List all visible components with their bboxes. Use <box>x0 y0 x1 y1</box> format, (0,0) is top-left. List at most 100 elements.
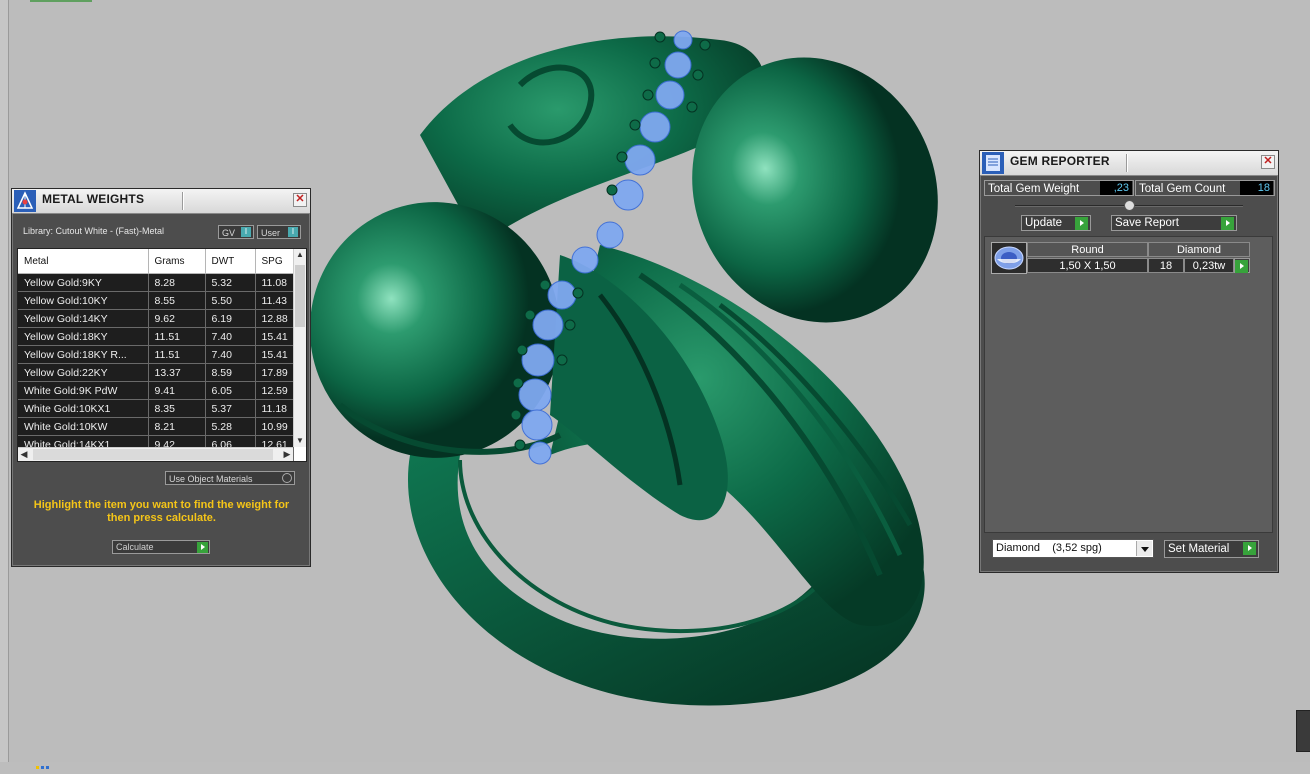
grams-value: 9.62 <box>148 309 206 328</box>
gem-reporter-title: GEM REPORTER <box>1010 154 1110 168</box>
close-icon[interactable]: ✕ <box>1261 155 1275 169</box>
total-gem-count-value: 18 <box>1240 181 1273 195</box>
metal-weights-title: METAL WEIGHTS <box>42 192 145 206</box>
title-separator <box>182 192 184 210</box>
play-arrow-icon <box>1075 217 1088 230</box>
spg-value: 11.43 <box>255 291 294 310</box>
material-select-value: Diamond (3,52 spg) <box>996 542 1102 554</box>
grams-value: 11.51 <box>148 327 206 346</box>
save-report-button[interactable]: Save Report <box>1111 215 1237 231</box>
horizontal-scrollbar[interactable]: ◀ ▶ <box>18 447 293 461</box>
spg-value: 11.18 <box>255 399 294 418</box>
gem-row-action-button[interactable] <box>1234 258 1250 273</box>
col-metal[interactable]: Metal <box>18 249 149 274</box>
metal-name: Yellow Gold:9KY <box>18 273 149 292</box>
grams-value: 8.55 <box>148 291 206 310</box>
total-gem-count-field: Total Gem Count 18 <box>1135 180 1275 196</box>
hscroll-thumb[interactable] <box>33 449 273 460</box>
material-select[interactable]: Diamond (3,52 spg) <box>992 539 1154 558</box>
gem-list[interactable]: Round Diamond 1,50 X 1,50 18 0,23tw <box>984 236 1273 533</box>
gem-reporter-titlebar[interactable]: GEM REPORTER ✕ <box>980 151 1278 176</box>
gem-report-icon <box>982 152 1004 174</box>
metal-weights-panel: METAL WEIGHTS ✕ Library: Cutout White - … <box>11 188 311 567</box>
spg-value: 17.89 <box>255 363 294 382</box>
scroll-thumb[interactable] <box>295 265 305 327</box>
vertical-scrollbar[interactable]: ▲ ▼ <box>293 249 306 447</box>
grams-value: 11.51 <box>148 345 206 364</box>
metal-name: White Gold:10KX1 <box>18 399 149 418</box>
metal-name: Yellow Gold:10KY <box>18 291 149 310</box>
metal-table[interactable]: Metal Grams DWT SPG Yellow Gold:9KY 8.28 5… <box>17 248 307 462</box>
dwt-value: 7.40 <box>205 345 256 364</box>
table-row[interactable]: Yellow Gold:18KY 11.51 7.40 15.41 <box>18 327 294 346</box>
metal-name: Yellow Gold:22KY <box>18 363 149 382</box>
table-row[interactable]: Yellow Gold:22KY 13.37 8.59 17.89 <box>18 363 294 382</box>
viewport-status-dots <box>36 756 56 769</box>
play-arrow-icon <box>1243 542 1256 555</box>
spg-value: 11.08 <box>255 273 294 292</box>
user-label: User <box>261 228 281 238</box>
gem-size-value[interactable]: 1,50 X 1,50 <box>1027 258 1148 273</box>
viewport-left-edge <box>0 0 9 762</box>
set-material-button[interactable]: Set Material <box>1164 540 1259 558</box>
calculate-label: Calculate <box>116 542 154 552</box>
user-toggle-indicator: I <box>288 227 298 237</box>
play-arrow-icon <box>1221 217 1234 230</box>
total-gem-weight-field: Total Gem Weight ,23 <box>984 180 1134 196</box>
spg-value: 15.41 <box>255 327 294 346</box>
collapse-knob-icon[interactable] <box>1124 200 1135 211</box>
dwt-value: 5.28 <box>205 417 256 436</box>
metal-weights-titlebar[interactable]: METAL WEIGHTS ✕ <box>12 189 310 214</box>
table-row[interactable]: White Gold:10KX1 8.35 5.37 11.18 <box>18 399 294 418</box>
scroll-right-icon[interactable]: ▶ <box>281 448 293 461</box>
table-row[interactable]: Yellow Gold:9KY 8.28 5.32 11.08 <box>18 273 294 292</box>
user-toggle[interactable]: User I <box>257 225 301 239</box>
metal-name: Yellow Gold:14KY <box>18 309 149 328</box>
scroll-left-icon[interactable]: ◀ <box>18 448 30 461</box>
close-icon[interactable]: ✕ <box>293 193 307 207</box>
gem-reporter-panel: GEM REPORTER ✕ Total Gem Weight ,23 Tota… <box>979 150 1279 573</box>
update-button[interactable]: Update <box>1021 215 1091 231</box>
gem-shape-header: Round <box>1027 242 1148 257</box>
table-row[interactable]: Yellow Gold:18KY R... 11.51 7.40 15.41 <box>18 345 294 364</box>
dwt-value: 6.05 <box>205 381 256 400</box>
scroll-up-icon[interactable]: ▲ <box>295 249 305 261</box>
ring-3d-model[interactable] <box>300 15 940 715</box>
dwt-value: 8.59 <box>205 363 256 382</box>
total-gem-weight-label: Total Gem Weight <box>988 183 1080 195</box>
gem-material-header: Diamond <box>1148 242 1250 257</box>
dwt-value: 5.37 <box>205 399 256 418</box>
table-row[interactable]: Yellow Gold:10KY 8.55 5.50 11.43 <box>18 291 294 310</box>
gem-weight-value[interactable]: 0,23tw <box>1184 258 1234 273</box>
library-label: Library: Cutout White - (Fast)-Metal <box>23 226 165 236</box>
title-separator <box>1126 154 1128 172</box>
gem-count-value[interactable]: 18 <box>1148 258 1184 273</box>
chevron-down-icon[interactable] <box>1136 541 1152 556</box>
viewport-tab-marker <box>30 0 92 2</box>
col-spg[interactable]: SPG <box>255 249 294 274</box>
dwt-value: 7.40 <box>205 327 256 346</box>
viewport-corner-widget[interactable] <box>1296 710 1310 752</box>
grams-value: 8.21 <box>148 417 206 436</box>
dwt-value: 6.19 <box>205 309 256 328</box>
table-row[interactable]: White Gold:10KW 8.21 5.28 10.99 <box>18 417 294 436</box>
gv-toggle-indicator: I <box>241 227 251 237</box>
calculate-button[interactable]: Calculate <box>112 540 210 554</box>
metal-name: Yellow Gold:18KY R... <box>18 345 149 364</box>
col-dwt[interactable]: DWT <box>205 249 256 274</box>
dwt-value: 5.32 <box>205 273 256 292</box>
instruction-text: Highlight the item you want to find the … <box>33 499 290 524</box>
gv-label: GV <box>222 228 236 238</box>
scroll-down-icon[interactable]: ▼ <box>295 435 305 447</box>
grams-value: 8.35 <box>148 399 206 418</box>
metal-name: Yellow Gold:18KY <box>18 327 149 346</box>
col-grams[interactable]: Grams <box>148 249 206 274</box>
table-row[interactable]: Yellow Gold:14KY 9.62 6.19 12.88 <box>18 309 294 328</box>
play-arrow-icon <box>1235 260 1248 273</box>
table-row[interactable]: White Gold:9K PdW 9.41 6.05 12.59 <box>18 381 294 400</box>
play-arrow-icon <box>197 542 208 553</box>
spg-value: 12.59 <box>255 381 294 400</box>
use-object-materials-toggle[interactable]: Use Object Materials <box>165 471 295 485</box>
grams-value: 13.37 <box>148 363 206 382</box>
gv-toggle[interactable]: GV I <box>218 225 254 239</box>
